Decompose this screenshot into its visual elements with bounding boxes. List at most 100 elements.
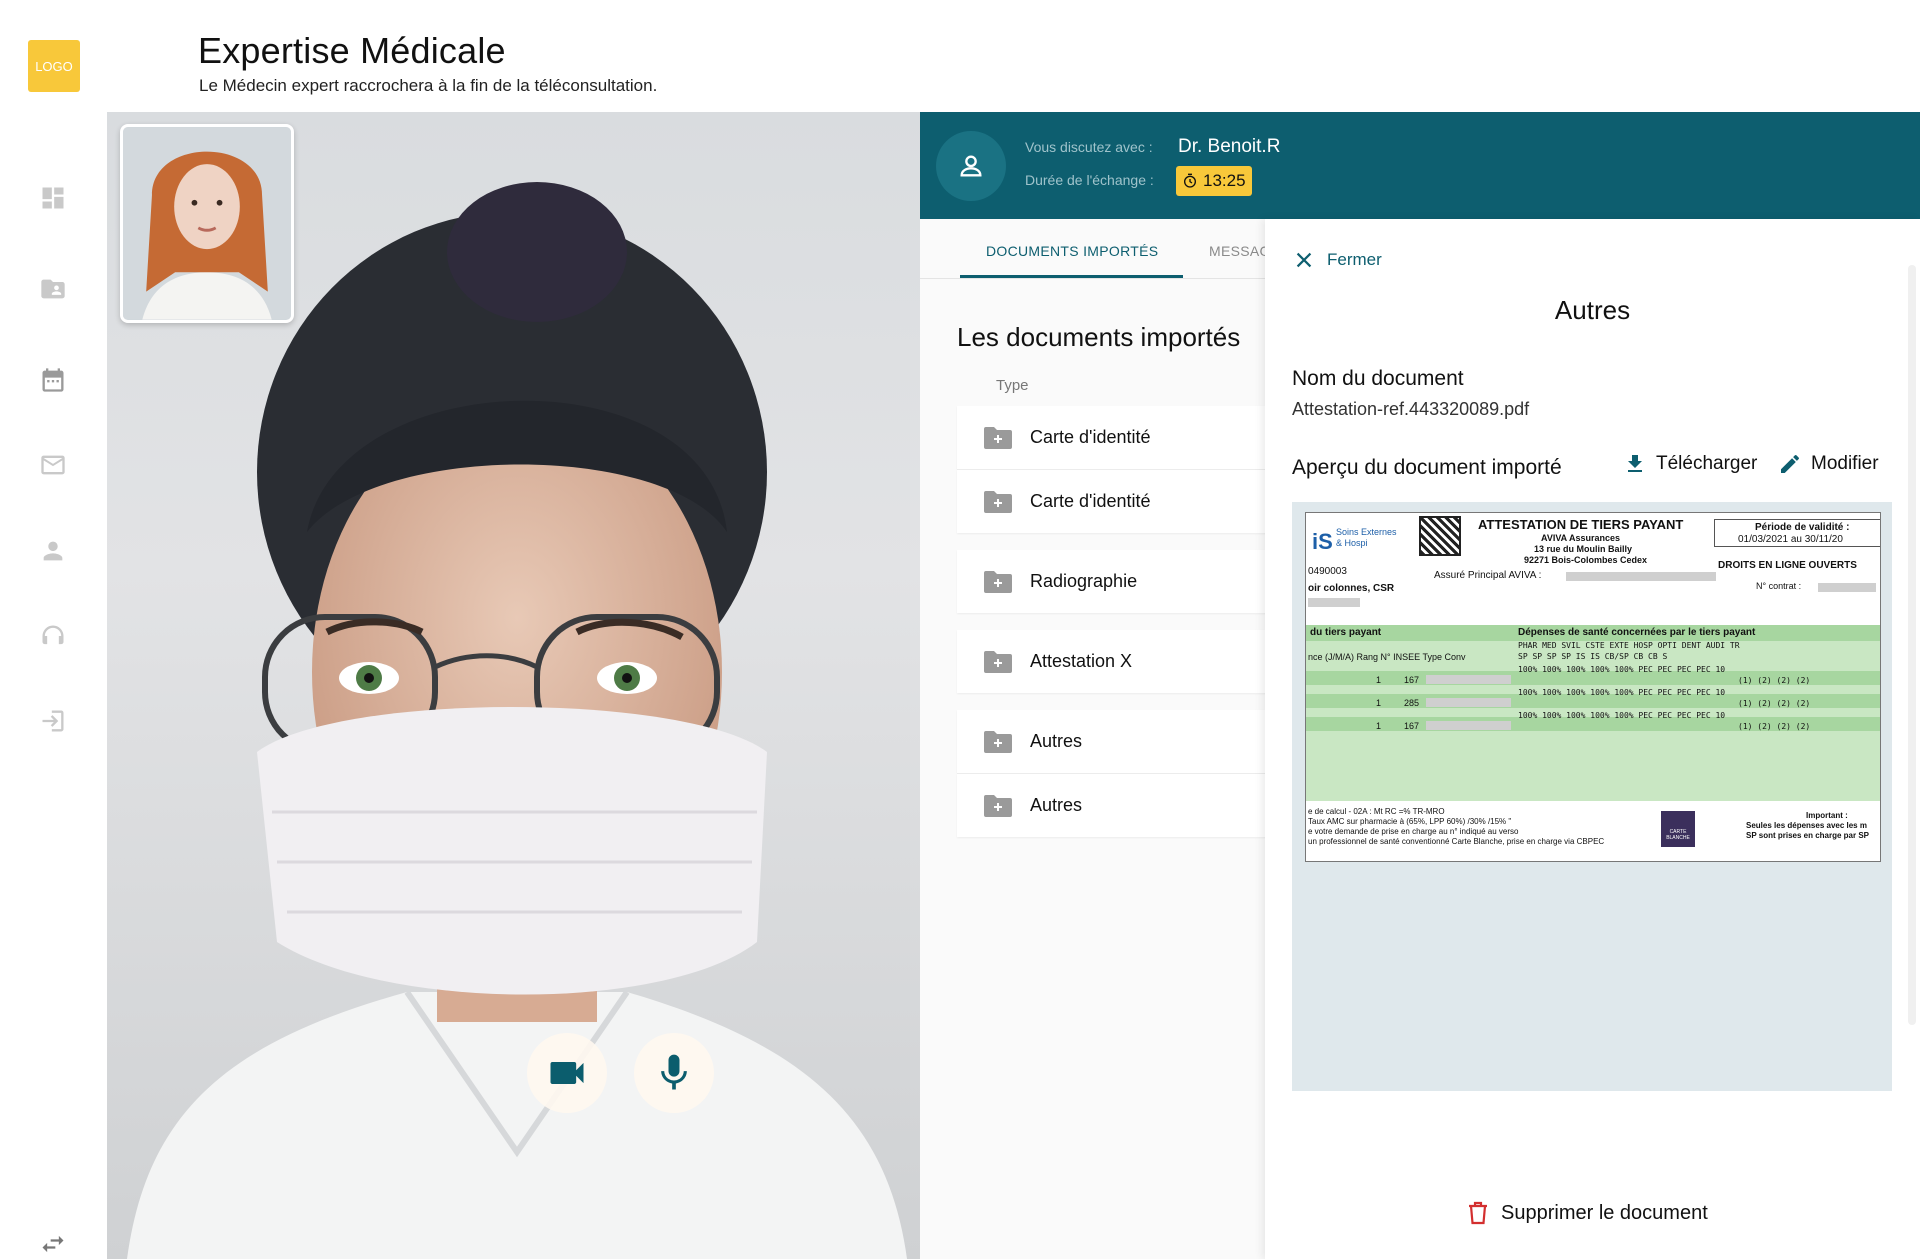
- document-name-label: Nom du document: [1292, 367, 1464, 390]
- row-sub-values: (1) (2) (2) (2): [1738, 722, 1811, 731]
- redacted-field: [1308, 598, 1360, 607]
- list-item[interactable]: Carte d'identité: [957, 470, 1265, 533]
- row-rang: 1: [1376, 721, 1382, 731]
- section-left-title: du tiers payant: [1310, 627, 1382, 638]
- folder-add-icon: [984, 794, 1012, 817]
- insurer-name: AVIVA Assurances: [1541, 533, 1621, 543]
- row-rang: 1: [1376, 675, 1382, 685]
- self-view-video[interactable]: [120, 124, 294, 323]
- redacted-field: [1818, 583, 1876, 592]
- brand-line-1: Soins Externes: [1336, 527, 1397, 537]
- avatar: [936, 131, 1006, 201]
- close-button[interactable]: Fermer: [1293, 249, 1382, 271]
- insured-label: Assuré Principal AVIVA :: [1434, 570, 1542, 581]
- validity-label: Période de validité :: [1755, 522, 1850, 533]
- row-rang: 1: [1376, 698, 1382, 708]
- coverage-codes-sub: SP SP SP SP IS IS CB/SP CB CB S: [1518, 652, 1668, 661]
- footer-line-2: Taux AMC sur pharmacie à (65%, LPP 60%) …: [1308, 817, 1512, 826]
- folder-add-icon: [984, 426, 1012, 449]
- row-values: 100% 100% 100% 100% 100% PEC PEC PEC PEC…: [1518, 665, 1726, 674]
- table-body-band: [1306, 731, 1880, 801]
- rights-status: DROITS EN LIGNE OUVERTS: [1718, 560, 1857, 571]
- row-sub-values: (1) (2) (2) (2): [1738, 676, 1811, 685]
- folder-user-icon[interactable]: [38, 274, 68, 304]
- user-icon[interactable]: [38, 536, 68, 566]
- important-label: Important :: [1806, 811, 1848, 820]
- download-button[interactable]: Télécharger: [1623, 452, 1757, 476]
- document-type-label: Carte d'identité: [1030, 491, 1151, 511]
- list-item[interactable]: Carte d'identité: [957, 406, 1265, 469]
- stopwatch-icon: [1184, 173, 1196, 188]
- tab-divider: [920, 278, 1265, 279]
- validity-value: 01/03/2021 au 30/11/20: [1738, 534, 1843, 545]
- important-line-1: Seules les dépenses avec les m: [1746, 821, 1867, 830]
- doctor-name: Dr. Benoit.R: [1178, 136, 1281, 157]
- folder-add-icon: [984, 490, 1012, 513]
- tab-documents[interactable]: Documents importés: [986, 243, 1158, 259]
- document-preview[interactable]: iS Soins Externes & Hospi ATTESTATION DE…: [1292, 502, 1892, 1091]
- redacted-field: [1426, 675, 1511, 684]
- document-detail-drawer: Fermer Autres Nom du document Attestatio…: [1265, 219, 1920, 1259]
- logo-text: LOGO: [35, 58, 73, 74]
- row-insee: 285: [1404, 698, 1420, 708]
- close-icon: [1296, 252, 1312, 268]
- camera-toggle-button[interactable]: [527, 1033, 607, 1113]
- insurer-address-2: 92271 Bois-Colombes Cedex: [1524, 555, 1648, 565]
- page-subtitle: Le Médecin expert raccrochera à la fin d…: [199, 76, 658, 95]
- calendar-icon[interactable]: [38, 365, 68, 395]
- contract-label: N° contrat :: [1756, 581, 1802, 591]
- carte-blanche-line-2: BLANCHE: [1666, 835, 1690, 841]
- talking-with-label: Vous discutez avec :: [1025, 139, 1153, 155]
- duration-value: 13:25: [1203, 171, 1246, 190]
- edit-label: Modifier: [1811, 453, 1879, 474]
- user-outline-icon: [960, 155, 982, 177]
- logo[interactable]: LOGO: [28, 40, 80, 92]
- close-label: Fermer: [1327, 250, 1382, 269]
- brand-line-2: & Hospi: [1336, 538, 1368, 548]
- dashboard-icon[interactable]: [38, 183, 68, 213]
- document-type-label: Autres: [1030, 795, 1083, 815]
- list-item[interactable]: Autres: [957, 710, 1265, 773]
- preview-label: Aperçu du document importé: [1292, 456, 1562, 479]
- delete-document-button[interactable]: Supprimer le document: [1467, 1201, 1708, 1225]
- footer-line-4: un professionnel de santé conventionné C…: [1308, 837, 1605, 846]
- document-type-label: Autres: [1030, 731, 1083, 751]
- mail-icon[interactable]: [38, 450, 68, 480]
- documents-panel: Documents importés Messag Les documents …: [920, 219, 1265, 1259]
- row-values: 100% 100% 100% 100% 100% PEC PEC PEC PEC…: [1518, 688, 1726, 697]
- section-right-title: Dépenses de santé concernées par le tier…: [1518, 627, 1756, 638]
- list-item[interactable]: Radiographie: [957, 550, 1265, 613]
- redacted-field: [1426, 698, 1511, 707]
- qr-code-icon: [1419, 516, 1461, 556]
- document-type-label: Carte d'identité: [1030, 427, 1151, 447]
- chat-header: Vous discutez avec : Dr. Benoit.R Durée …: [920, 112, 1920, 219]
- redacted-field: [1566, 572, 1716, 581]
- list-item[interactable]: Attestation X: [957, 630, 1265, 693]
- microphone-toggle-button[interactable]: [634, 1033, 714, 1113]
- columns-note: oir colonnes, CSR: [1308, 583, 1395, 594]
- list-item[interactable]: Autres: [957, 774, 1265, 837]
- microphone-icon: [661, 1054, 687, 1090]
- insurer-address-1: 13 rue du Moulin Bailly: [1534, 544, 1633, 554]
- reference-number: 0490003: [1308, 566, 1347, 577]
- coverage-codes: PHAR MED SVIL CSTE EXTE HOSP OPTI DENT A…: [1518, 641, 1740, 650]
- edit-button[interactable]: Modifier: [1778, 452, 1879, 476]
- support-icon[interactable]: [38, 621, 68, 651]
- tab-messages[interactable]: Messag: [1209, 243, 1265, 259]
- row-insee: 167: [1404, 675, 1420, 685]
- sidebar: LOGO: [0, 0, 107, 1259]
- insurer-brand-logo: iS: [1312, 529, 1333, 554]
- drawer-scrollbar[interactable]: [1908, 265, 1916, 1025]
- redacted-field: [1426, 721, 1511, 730]
- document-name-value: Attestation-ref.443320089.pdf: [1292, 399, 1530, 419]
- delete-label: Supprimer le document: [1501, 1201, 1708, 1224]
- logout-icon[interactable]: [38, 706, 68, 736]
- page-title: Expertise Médicale: [198, 30, 506, 71]
- trash-icon: [1469, 1201, 1487, 1225]
- attestation-sheet: iS Soins Externes & Hospi ATTESTATION DE…: [1305, 512, 1881, 862]
- folder-add-icon: [984, 570, 1012, 593]
- collapse-icon[interactable]: [38, 1232, 68, 1256]
- documents-title: Les documents importés: [957, 322, 1241, 352]
- carte-blanche-logo: CARTE BLANCHE: [1661, 811, 1695, 847]
- important-line-2: SP sont prises en charge par SP: [1746, 831, 1870, 840]
